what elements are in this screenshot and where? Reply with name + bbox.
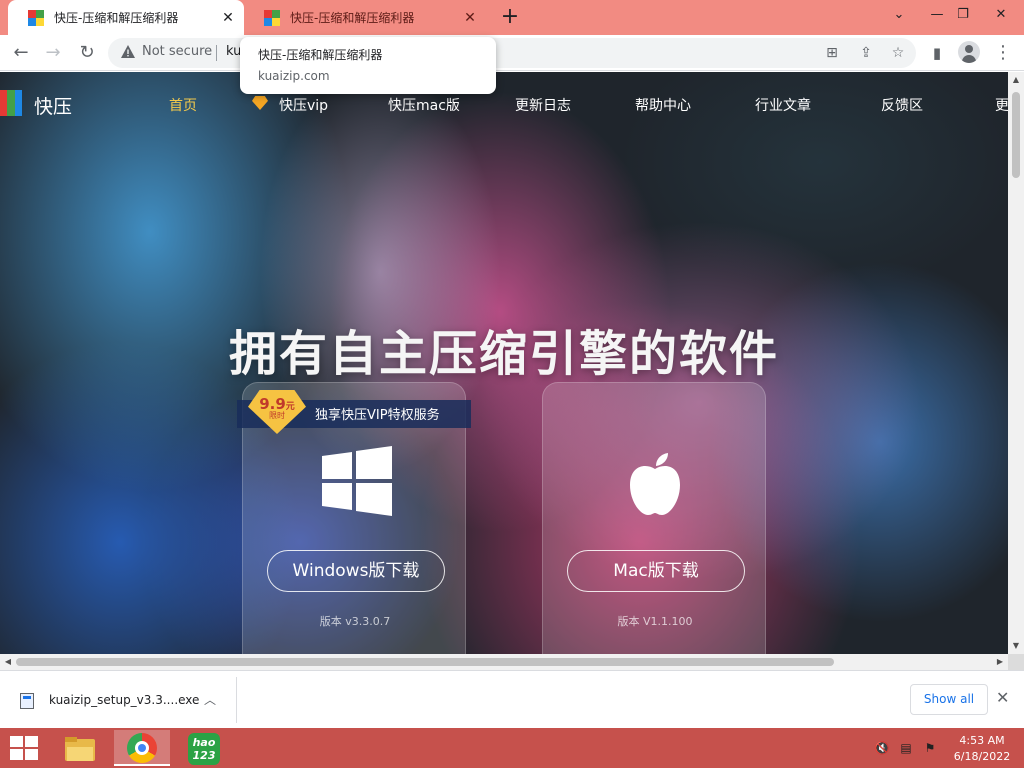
taskbar-clock[interactable]: 4:53 AM 6/18/2022 [950, 733, 1014, 765]
tab-close-icon[interactable]: ✕ [460, 8, 480, 28]
side-panel-icon[interactable]: ▮ [922, 38, 952, 68]
horizontal-scroll-thumb[interactable] [16, 658, 834, 666]
show-all-button[interactable]: Show all [910, 684, 988, 715]
page-viewport: 快压 首页 快压vip 快压mac版 更新日志 帮助中心 行业文章 反馈区 更 … [0, 72, 1008, 654]
windows-version-label: 版本 v3.3.0.7 [319, 615, 391, 628]
taskbar-chrome[interactable] [114, 730, 170, 766]
tooltip-title: 快压-压缩和解压缩利器 [258, 48, 383, 62]
nav-item-mac[interactable]: 快压mac版 [388, 95, 460, 115]
mac-download-card: Mac版下载 版本 V1.1.100 [542, 382, 766, 654]
exe-file-icon[interactable] [20, 693, 34, 709]
tab-inactive[interactable]: 快压-压缩和解压缩利器 ✕ [244, 0, 486, 35]
mac-version-label: 版本 V1.1.100 [617, 615, 693, 628]
download-shelf: kuaizip_setup_v3.3....exe ︿ Show all ✕ [0, 670, 1024, 728]
download-options-chevron-icon[interactable]: ︿ [204, 691, 216, 708]
scroll-down-arrow-icon[interactable]: ▼ [1008, 638, 1024, 654]
tab-active[interactable]: 快压-压缩和解压缩利器 ✕ [8, 0, 244, 35]
windows-icon [322, 446, 392, 516]
scroll-left-arrow-icon[interactable]: ◀ [0, 654, 16, 670]
taskbar-hao123[interactable]: hao 123 [176, 730, 232, 766]
reload-icon[interactable]: ↻ [72, 38, 102, 68]
price-currency: 元 [285, 402, 295, 412]
tooltip-url: kuaizip.com [258, 69, 330, 83]
tab-close-icon[interactable]: ✕ [218, 8, 238, 28]
tab-strip: 快压-压缩和解压缩利器 ✕ 快压-压缩和解压缩利器 ✕ + ⌄ — ❐ ✕ [0, 0, 1024, 35]
windows-taskbar: hao 123 🔇 ▤ ⚑ 4:53 AM 6/18/2022 [0, 728, 1024, 768]
site-nav: 快压 首页 快压vip 快压mac版 更新日志 帮助中心 行业文章 反馈区 更 [0, 72, 1008, 136]
share-icon[interactable]: ⇪ [854, 41, 878, 65]
nav-item-vip[interactable]: 快压vip [279, 95, 328, 115]
bookmark-star-icon[interactable]: ☆ [886, 41, 910, 65]
address-bar[interactable]: Not secure kuaizip.com ⊞ ⇪ ☆ [108, 38, 916, 68]
apple-icon [630, 453, 680, 515]
new-tab-button[interactable]: + [498, 4, 522, 30]
vertical-scroll-thumb[interactable] [1012, 92, 1020, 178]
tab-search-chevron-icon[interactable]: ⌄ [882, 0, 916, 30]
hao123-icon: hao 123 [188, 733, 220, 765]
security-label[interactable]: Not secure [142, 44, 212, 59]
tab-title: 快压-压缩和解压缩利器 [290, 11, 415, 25]
browser-toolbar: ← → ↻ Not secure kuaizip.com ⊞ ⇪ ☆ ▮ ⋮ [0, 35, 1024, 71]
clock-time: 4:53 AM [959, 734, 1005, 747]
nav-item-help[interactable]: 帮助中心 [635, 95, 691, 115]
scroll-up-arrow-icon[interactable]: ▲ [1008, 72, 1024, 88]
network-icon[interactable]: ▤ [898, 740, 914, 756]
volume-muted-icon[interactable]: 🔇 [874, 740, 890, 756]
vip-promo-text[interactable]: 独享快压VIP特权服务 [315, 404, 440, 423]
nav-item-more[interactable]: 更 [995, 95, 1008, 115]
windows-download-button[interactable]: Windows版下载 [267, 550, 445, 592]
nav-item-home[interactable]: 首页 [169, 95, 197, 115]
kuaizip-favicon-icon [264, 9, 280, 26]
windows-start-icon[interactable] [10, 736, 38, 760]
site-logo-text[interactable]: 快压 [34, 92, 72, 119]
tab-title: 快压-压缩和解压缩利器 [54, 11, 179, 25]
vertical-scrollbar[interactable]: ▲ ▼ [1008, 72, 1024, 654]
clock-date: 6/18/2022 [953, 750, 1011, 763]
taskbar-file-explorer[interactable] [52, 730, 108, 766]
vip-diamond-icon [252, 96, 268, 110]
horizontal-scrollbar[interactable]: ◀ ▶ [0, 654, 1008, 670]
kuaizip-logo-icon[interactable] [0, 90, 22, 116]
scroll-right-arrow-icon[interactable]: ▶ [992, 654, 1008, 670]
kuaizip-favicon-icon [28, 9, 44, 26]
chrome-icon [127, 733, 157, 763]
tab-hover-tooltip: 快压-压缩和解压缩利器 kuaizip.com [240, 37, 496, 94]
download-file-name[interactable]: kuaizip_setup_v3.3....exe [49, 693, 199, 707]
notification-icon[interactable]: ⚑ [922, 740, 938, 756]
mac-download-button[interactable]: Mac版下载 [567, 550, 745, 592]
shelf-close-icon[interactable]: ✕ [996, 688, 1009, 707]
nav-item-feedback[interactable]: 反馈区 [881, 95, 923, 115]
warning-triangle-icon[interactable] [120, 44, 136, 60]
back-arrow-icon[interactable]: ← [6, 38, 36, 68]
folder-icon [65, 737, 95, 761]
omnibox-separator [216, 45, 217, 61]
nav-item-changelog[interactable]: 更新日志 [515, 95, 571, 115]
shelf-divider [236, 677, 237, 723]
menu-kebab-icon[interactable]: ⋮ [988, 38, 1018, 68]
restore-icon[interactable]: ❐ [946, 0, 980, 30]
nav-item-articles[interactable]: 行业文章 [755, 95, 811, 115]
scrollbar-corner [1008, 654, 1024, 670]
translate-icon[interactable]: ⊞ [820, 41, 844, 65]
profile-avatar-icon[interactable] [958, 41, 980, 63]
window-close-icon[interactable]: ✕ [984, 0, 1018, 30]
forward-arrow-icon[interactable]: → [38, 38, 68, 68]
hero-headline: 拥有自主压缩引擎的软件 [228, 326, 779, 382]
